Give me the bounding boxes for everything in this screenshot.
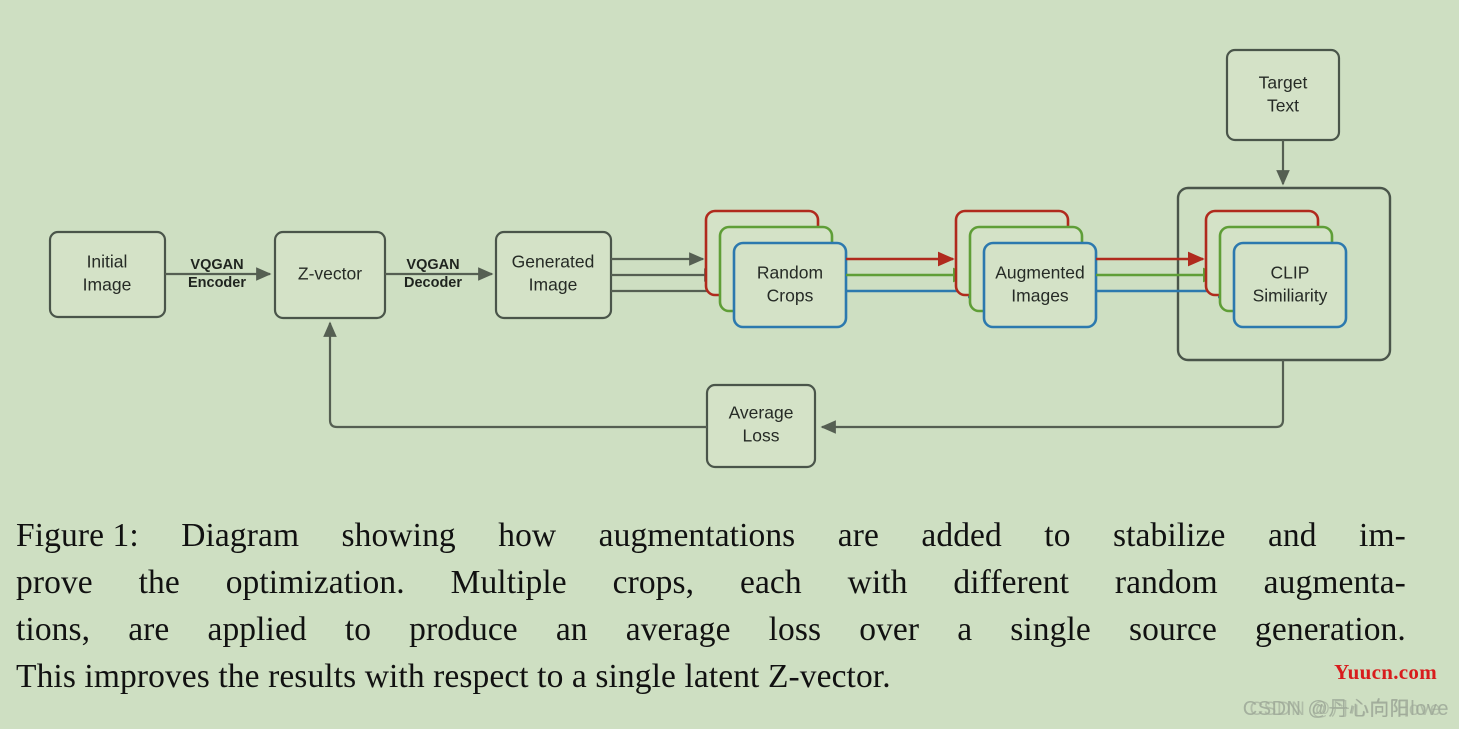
node-initial-image-label-line2: Image [83, 275, 132, 295]
node-clip-similarity-label-line1: CLIP [1271, 263, 1310, 283]
edge-label-decoder-line2: Decoder [404, 275, 462, 291]
caption-word: generation. [1255, 611, 1406, 648]
caption-line-4: This improves the results with respect t… [16, 658, 891, 695]
node-initial-image-label-line1: Initial [87, 252, 128, 272]
caption-word: a [957, 611, 973, 648]
node-generated-image-label-line2: Image [529, 275, 578, 295]
node-target-text-label-line2: Text [1267, 96, 1299, 116]
node-average-loss-label-line1: Average [729, 403, 794, 423]
caption-word: over [859, 611, 920, 648]
caption-word: prove [16, 564, 93, 601]
caption-word: different [953, 564, 1070, 601]
caption-word: im- [1359, 517, 1406, 554]
caption-word: crops, [612, 564, 695, 601]
caption-word: applied [207, 611, 307, 648]
caption-word: single [1010, 611, 1091, 648]
caption-word: augmentations [598, 517, 796, 554]
caption-word: Figure 1: [16, 517, 139, 554]
caption-word: Diagram [181, 517, 300, 554]
node-z-vector-label-line1: Z-vector [298, 264, 362, 284]
caption-word: Multiple [450, 564, 567, 601]
node-generated-image-label-line1: Generated [512, 252, 595, 272]
caption-word: are [837, 517, 879, 554]
caption-word: are [128, 611, 170, 648]
caption-word: added [921, 517, 1002, 554]
caption-word: stabilize [1112, 517, 1226, 554]
node-random-crops-label-line1: Random [757, 263, 823, 283]
node-augmented-images-label-line1: Augmented [995, 263, 1085, 283]
caption-word: to [1044, 517, 1071, 554]
caption-word: augmenta- [1263, 564, 1406, 601]
caption-line-3: tions, are applied to produce an average… [16, 606, 1406, 653]
caption-word: the [138, 564, 180, 601]
caption-word: how [498, 517, 557, 554]
caption-word: produce [409, 611, 518, 648]
caption-word: optimization. [225, 564, 405, 601]
edge-label-encoder-line2: Encoder [188, 275, 246, 291]
caption-word: showing [341, 517, 456, 554]
caption-line-2: prove the optimization. Multiple crops, … [16, 559, 1406, 606]
caption-word: tions, [16, 611, 91, 648]
node-target-text-label-line1: Target [1259, 73, 1308, 93]
caption-word: with [847, 564, 908, 601]
watermark-csdn-overlay: CSDN @丹心向阳ove [1249, 699, 1441, 720]
caption-word: loss [768, 611, 822, 648]
node-average-loss-label-line2: Loss [743, 426, 780, 446]
caption-word: each [739, 564, 802, 601]
caption-line-1: Figure 1: Diagram showing how augmentati… [16, 512, 1406, 559]
edge-clip-to-average-loss [820, 360, 1285, 434]
edge-average-loss-to-zvector [323, 321, 707, 429]
caption-word: source [1128, 611, 1217, 648]
node-augmented-images-label-line2: Images [1011, 286, 1069, 306]
edge-label-decoder-line1: VQGAN [406, 257, 459, 273]
pipeline-diagram: Target Text Initial Image VQGAN Encoder … [48, 48, 1392, 469]
watermark-yuucn: Yuucn.com [1334, 660, 1437, 684]
node-random-crops-label-line2: Crops [767, 286, 814, 306]
caption-word: an [555, 611, 588, 648]
caption-word: and [1267, 517, 1317, 554]
figure-page: Target Text Initial Image VQGAN Encoder … [0, 0, 1459, 729]
caption-word: random [1114, 564, 1218, 601]
node-clip-similarity-label-line2: Similiarity [1253, 286, 1328, 306]
edge-label-encoder-line1: VQGAN [190, 257, 243, 273]
caption-word: to [344, 611, 372, 648]
figure-caption: Figure 1: Diagram showing how augmentati… [16, 512, 1406, 700]
caption-word: average [625, 611, 731, 648]
